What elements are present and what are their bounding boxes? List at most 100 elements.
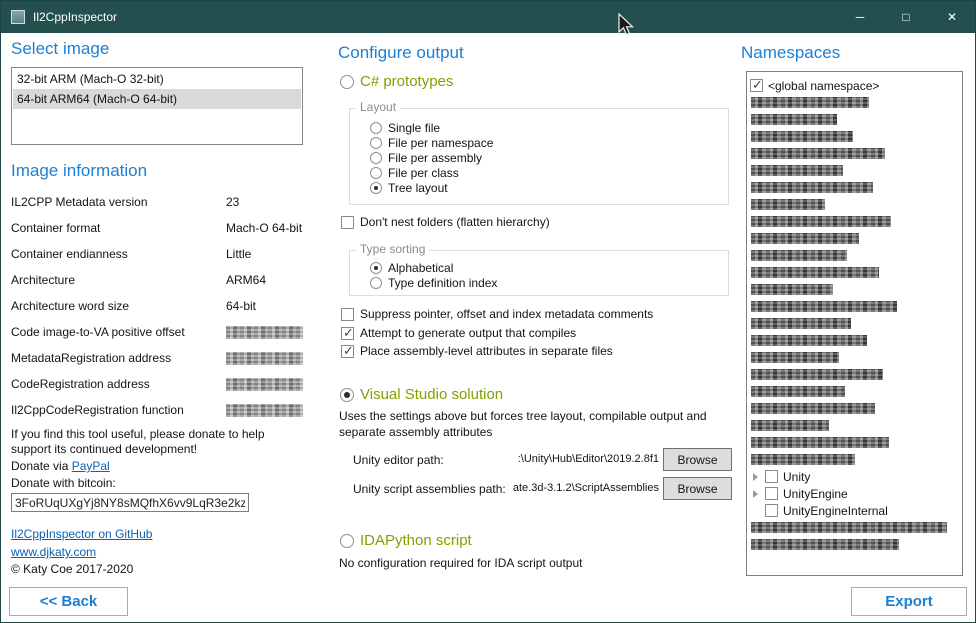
info-value: 64-bit: [226, 299, 256, 313]
redacted-namespace: [751, 233, 859, 244]
radio-icon: [370, 167, 382, 179]
idapython-script-radio[interactable]: IDAPython script: [340, 532, 472, 549]
namespace-label: <global namespace>: [768, 79, 879, 93]
redacted-namespace: [751, 403, 875, 414]
layout-radio-option[interactable]: Tree layout: [370, 180, 728, 195]
copyright-text: © Katy Coe 2017-2020: [11, 562, 303, 577]
namespace-label: Unity: [783, 470, 810, 484]
back-button[interactable]: << Back: [9, 587, 128, 616]
checkbox-label: Attempt to generate output that compiles: [360, 326, 576, 340]
unity-editor-browse-button[interactable]: Browse: [663, 448, 732, 471]
radio-icon: [370, 152, 382, 164]
radio-icon: [370, 182, 382, 194]
vs-description: Uses the settings above but forces tree …: [339, 408, 735, 440]
unity-script-browse-button[interactable]: Browse: [663, 477, 732, 500]
type-sorting-radio-option[interactable]: Type definition index: [370, 275, 728, 290]
namespace-row-redacted: [750, 213, 959, 230]
redacted-value: [226, 404, 303, 417]
namespace-checkbox[interactable]: [765, 470, 778, 483]
layout-radio-option[interactable]: File per class: [370, 165, 728, 180]
image-list-item[interactable]: 64-bit ARM64 (Mach-O 64-bit): [13, 89, 301, 109]
image-list-item[interactable]: 32-bit ARM (Mach-O 32-bit): [13, 69, 301, 89]
namespace-row[interactable]: UnityEngine: [750, 485, 959, 502]
namespace-row[interactable]: <global namespace>: [750, 77, 959, 94]
namespace-checkbox[interactable]: [765, 487, 778, 500]
redacted-namespace: [751, 267, 879, 278]
unity-script-path-label: Unity script assemblies path:: [353, 482, 506, 496]
namespace-row-redacted: [750, 383, 959, 400]
checkbox-icon: [341, 345, 354, 358]
donate-bitcoin-label: Donate with bitcoin:: [11, 476, 303, 491]
radio-icon: [340, 534, 354, 548]
redacted-value: [226, 326, 303, 339]
flatten-checkbox[interactable]: Don't nest folders (flatten hierarchy): [341, 215, 550, 229]
separate-attributes-checkbox[interactable]: Place assembly-level attributes in separ…: [341, 344, 613, 358]
namespace-row-redacted: [750, 128, 959, 145]
expander-spacer: [750, 504, 765, 517]
namespace-row-redacted: [750, 400, 959, 417]
maximize-button[interactable]: □: [883, 1, 929, 33]
info-row: CodeRegistration address: [11, 371, 303, 397]
info-row: Il2CppCodeRegistration function: [11, 397, 303, 423]
info-value: ARM64: [226, 273, 266, 287]
namespace-checkbox[interactable]: [765, 504, 778, 517]
redacted-namespace: [751, 97, 869, 108]
type-sorting-radio-option[interactable]: Alphabetical: [370, 260, 728, 275]
type-sorting-groupbox: Type sorting AlphabeticalType definition…: [349, 250, 729, 296]
checkbox-icon: [341, 327, 354, 340]
github-link[interactable]: Il2CppInspector on GitHub: [11, 527, 152, 541]
info-value: Mach-O 64-bit: [226, 221, 302, 235]
info-label: Il2CppCodeRegistration function: [11, 403, 226, 417]
namespace-row-redacted: [750, 145, 959, 162]
layout-radio-option[interactable]: File per assembly: [370, 150, 728, 165]
checkbox-icon: [341, 308, 354, 321]
layout-radio-option[interactable]: Single file: [370, 120, 728, 135]
namespace-row-redacted: [750, 366, 959, 383]
compilable-output-checkbox[interactable]: Attempt to generate output that compiles: [341, 326, 576, 340]
radio-label: Type definition index: [388, 276, 497, 290]
unity-script-path-value: ate.3d-3.1.2\ScriptAssemblies: [501, 482, 659, 494]
redacted-namespace: [751, 114, 837, 125]
namespace-row-redacted: [750, 417, 959, 434]
bitcoin-address-input[interactable]: [11, 493, 249, 512]
radio-label: File per namespace: [388, 136, 493, 150]
redacted-namespace: [751, 284, 833, 295]
layout-radio-option[interactable]: File per namespace: [370, 135, 728, 150]
paypal-link[interactable]: PayPal: [72, 459, 110, 473]
minimize-button[interactable]: ─: [837, 1, 883, 33]
configure-output-header: Configure output: [338, 43, 464, 63]
redacted-namespace: [751, 318, 851, 329]
suppress-metadata-checkbox[interactable]: Suppress pointer, offset and index metad…: [341, 307, 653, 321]
namespace-row[interactable]: Unity: [750, 468, 959, 485]
namespace-label: UnityEngineInternal: [783, 504, 888, 518]
namespace-checkbox[interactable]: [750, 79, 763, 92]
redacted-namespace: [751, 182, 873, 193]
image-info-table: IL2CPP Metadata version23Container forma…: [11, 189, 303, 423]
unity-editor-path-label: Unity editor path:: [353, 453, 444, 467]
export-button[interactable]: Export: [851, 587, 967, 616]
expander-icon[interactable]: [750, 470, 765, 483]
website-link[interactable]: www.djkaty.com: [11, 545, 96, 559]
redacted-value: [226, 378, 303, 391]
donate-via-text: Donate via: [11, 459, 72, 473]
info-label: Container endianness: [11, 247, 226, 261]
radio-icon: [340, 75, 354, 89]
info-label: Architecture: [11, 273, 226, 287]
checkbox-icon: [341, 216, 354, 229]
image-listbox[interactable]: 32-bit ARM (Mach-O 32-bit)64-bit ARM64 (…: [11, 67, 303, 145]
donate-paypal-line: Donate via PayPal: [11, 459, 303, 474]
radio-icon: [370, 277, 382, 289]
redacted-namespace: [751, 539, 899, 550]
csharp-prototypes-radio[interactable]: C# prototypes: [340, 73, 453, 90]
close-button[interactable]: ✕: [929, 1, 975, 33]
namespace-list[interactable]: <global namespace> Unity UnityEngine UnityE…: [746, 71, 963, 576]
namespace-label: UnityEngine: [783, 487, 848, 501]
namespace-row-redacted: [750, 519, 959, 536]
radio-icon: [370, 262, 382, 274]
namespace-row-redacted: [750, 111, 959, 128]
visual-studio-solution-radio[interactable]: Visual Studio solution: [340, 386, 503, 403]
expander-icon[interactable]: [750, 487, 765, 500]
ida-description: No configuration required for IDA script…: [339, 555, 735, 571]
namespaces-header: Namespaces: [741, 43, 840, 63]
namespace-row[interactable]: UnityEngineInternal: [750, 502, 959, 519]
